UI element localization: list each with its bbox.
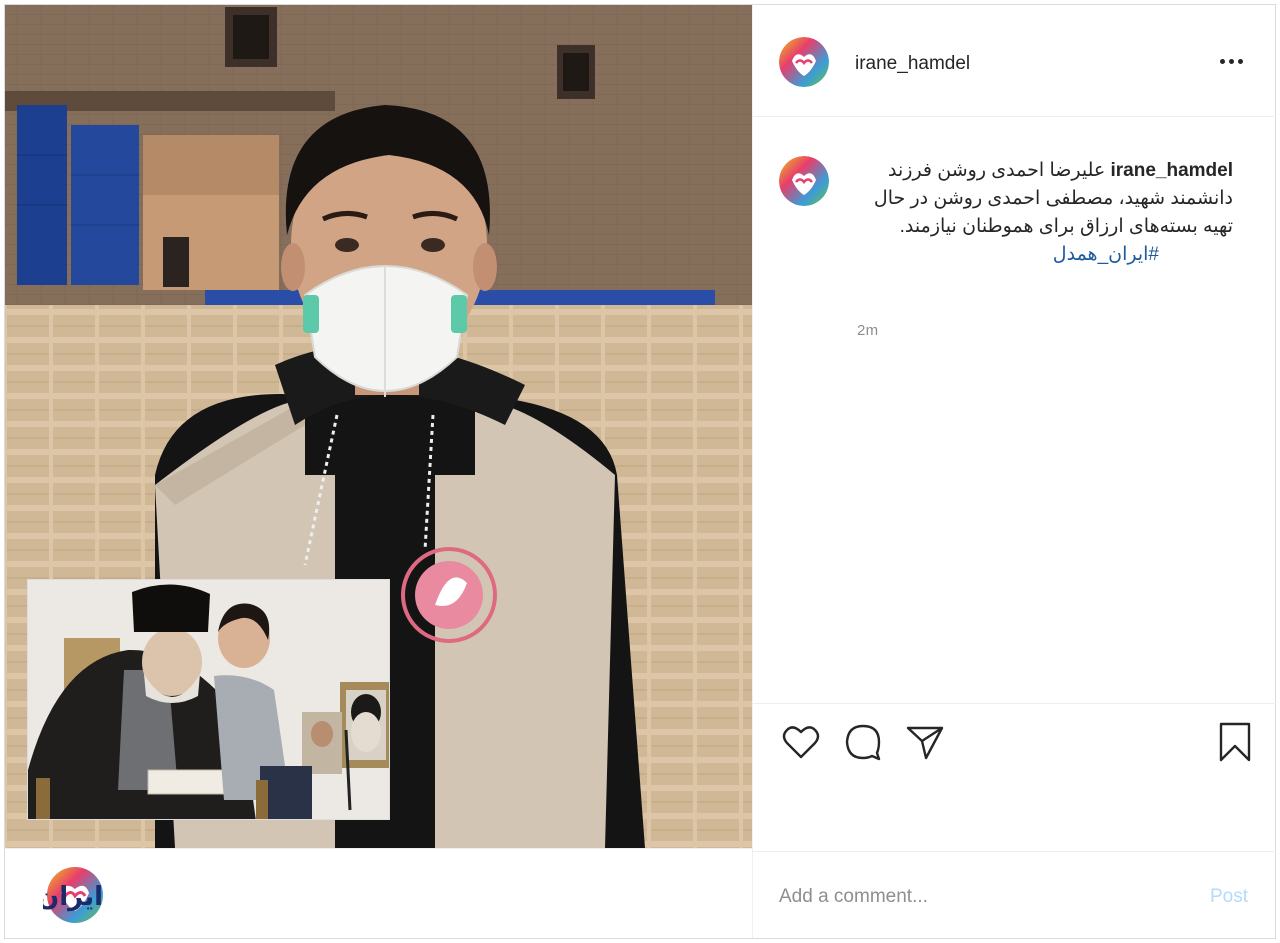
comment-bubble-icon[interactable]	[843, 722, 883, 762]
action-bar	[753, 703, 1276, 851]
more-options-icon[interactable]	[1216, 49, 1246, 73]
iran-hamdel-logo-graphic: ایران همدل	[0, 867, 103, 923]
caption-username[interactable]: irane_hamdel	[1111, 160, 1234, 181]
avatar[interactable]	[779, 37, 829, 87]
paper-plane-icon-graphic	[906, 726, 944, 760]
bookmark-icon[interactable]	[1215, 722, 1255, 762]
comment-bubble-icon-graphic	[845, 724, 881, 761]
hashtag-link[interactable]: #ایران_همدل	[853, 241, 1159, 269]
inset-photo	[27, 579, 390, 820]
post-comment-button[interactable]: Post	[1210, 886, 1248, 908]
comment-bar: Post	[753, 851, 1276, 938]
inset-photo-graphic	[28, 580, 389, 819]
media-footer: ایران همدل	[0, 848, 752, 938]
header-username[interactable]: irane_hamdel	[855, 53, 970, 75]
post-caption: irane_hamdel علیرضا احمدی روشن فرزند دان…	[853, 157, 1233, 269]
caption-avatar[interactable]	[779, 156, 829, 206]
paper-plane-icon[interactable]	[905, 722, 945, 762]
avatar-logo-icon	[779, 37, 829, 87]
iran-hamdel-logo: ایران همدل	[0, 863, 203, 925]
dot	[1228, 58, 1234, 64]
heart-icon[interactable]	[781, 722, 821, 762]
dot	[1219, 58, 1225, 64]
comment-input[interactable]	[779, 882, 1179, 912]
instagram-post-window: ایران همدل	[0, 4, 1276, 939]
post-timestamp[interactable]: 2m	[857, 322, 878, 339]
heart-icon-graphic	[782, 726, 820, 759]
logo-wordmark: ایران همدل	[43, 882, 103, 912]
post-sidebar: irane_hamdel irane_hamdel علیرضا احمدی ر…	[752, 5, 1276, 938]
dot	[1237, 58, 1243, 64]
post-header: irane_hamdel	[753, 5, 1276, 117]
caption-area: irane_hamdel علیرضا احمدی روشن فرزند دان…	[753, 117, 1276, 703]
avatar-logo-icon	[779, 156, 829, 206]
bookmark-icon-graphic	[1219, 722, 1251, 762]
post-image[interactable]	[5, 5, 752, 848]
